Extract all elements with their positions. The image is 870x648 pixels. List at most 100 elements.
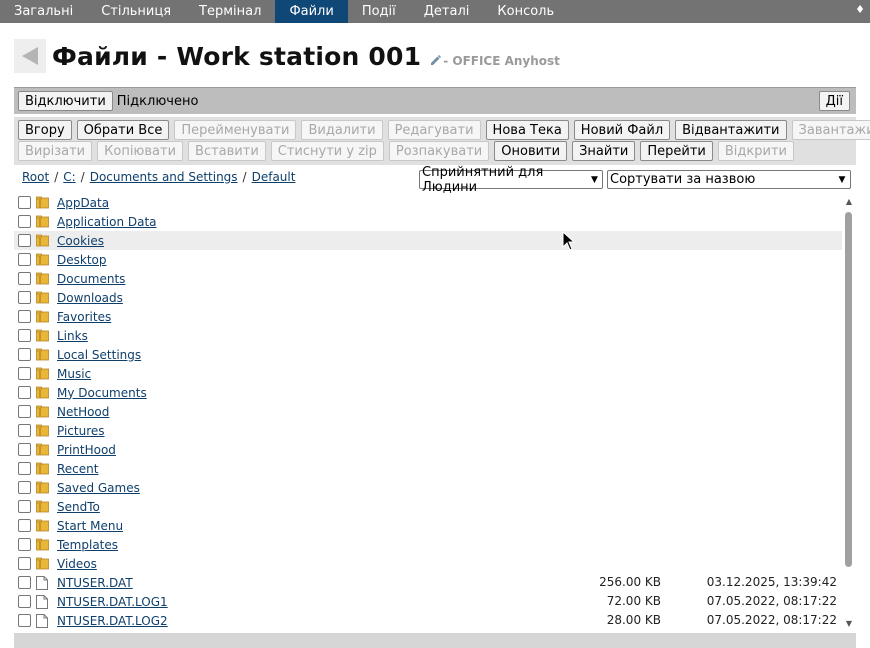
file-name-link[interactable]: Saved Games [57,481,140,495]
file-row[interactable]: Music [14,364,842,383]
tab-1[interactable]: Стільниця [87,0,185,23]
file-row[interactable]: Application Data [14,212,842,231]
file-row[interactable]: Documents [14,269,842,288]
row-checkbox[interactable] [18,234,31,247]
toolbar-button-row2-2[interactable]: Вставити [188,141,266,161]
disconnect-button[interactable]: Відключити [18,91,113,111]
pencil-edit-icon[interactable] [430,54,442,66]
file-name-link[interactable]: PrintHood [57,443,116,457]
toolbar-button-row2-8[interactable]: Відкрити [717,141,794,161]
file-name-link[interactable]: Cookies [57,234,104,248]
file-row[interactable]: NTUSER.DAT 256.00 KB 03.12.2025, 13:39:42 [14,573,842,592]
tab-3[interactable]: Файли [275,0,348,23]
file-row[interactable]: Cookies [14,231,842,250]
file-name-link[interactable]: NTUSER.DAT.LOG2 [57,614,168,628]
tab-5[interactable]: Деталі [410,0,484,23]
file-row[interactable]: Favorites [14,307,842,326]
toolbar-button-row2-5[interactable]: Оновити [494,141,568,161]
file-name-link[interactable]: Links [57,329,88,343]
row-checkbox[interactable] [18,272,31,285]
file-row[interactable]: Desktop [14,250,842,269]
row-checkbox[interactable] [18,576,31,589]
file-name-link[interactable]: Downloads [57,291,123,305]
row-checkbox[interactable] [18,595,31,608]
row-checkbox[interactable] [18,405,31,418]
file-row[interactable]: NTUSER.DAT.LOG1 72.00 KB 07.05.2022, 08:17… [14,592,842,611]
toolbar-button-row1-0[interactable]: Вгору [18,120,72,140]
breadcrumb-link[interactable]: Default [252,170,296,184]
toolbar-button-row2-0[interactable]: Вирізати [18,141,93,161]
file-name-link[interactable]: NetHood [57,405,109,419]
row-checkbox[interactable] [18,291,31,304]
toolbar-button-row1-4[interactable]: Редагувати [387,120,481,140]
row-checkbox[interactable] [18,557,31,570]
corner-diamond-icon[interactable]: ♦ [855,3,865,16]
file-list-scrollbar[interactable]: ▲ ▼ [843,195,855,631]
toolbar-button-row1-3[interactable]: Видалити [301,120,383,140]
toolbar-button-row1-7[interactable]: Відвантажити [675,120,787,140]
actions-button[interactable]: Дії [818,91,850,111]
row-checkbox[interactable] [18,500,31,513]
sort-select[interactable]: Сортувати за назвою ▼ [607,170,851,189]
row-checkbox[interactable] [18,348,31,361]
tab-2[interactable]: Термінал [185,0,275,23]
file-name-link[interactable]: Music [57,367,91,381]
file-row[interactable]: SendTo [14,497,842,516]
file-name-link[interactable]: Pictures [57,424,105,438]
file-name-link[interactable]: AppData [57,196,109,210]
scroll-down-arrow-icon[interactable]: ▼ [844,619,854,629]
toolbar-button-row1-1[interactable]: Обрати Все [76,120,170,140]
file-name-link[interactable]: Application Data [57,215,157,229]
breadcrumb-link[interactable]: C: [63,170,75,184]
row-checkbox[interactable] [18,215,31,228]
file-name-link[interactable]: NTUSER.DAT.LOG1 [57,595,168,609]
toolbar-button-row2-4[interactable]: Розпакувати [388,141,490,161]
row-checkbox[interactable] [18,367,31,380]
tab-6[interactable]: Консоль [483,0,568,23]
file-row[interactable]: Downloads [14,288,842,307]
row-checkbox[interactable] [18,614,31,627]
file-row[interactable]: PrintHood [14,440,842,459]
toolbar-button-row2-6[interactable]: Знайти [572,141,636,161]
row-checkbox[interactable] [18,424,31,437]
row-checkbox[interactable] [18,196,31,209]
file-row[interactable]: AppData [14,193,842,212]
file-name-link[interactable]: Start Menu [57,519,123,533]
file-name-link[interactable]: SendTo [57,500,100,514]
size-format-select[interactable]: Сприйнятний для Людини ▼ [419,165,603,195]
row-checkbox[interactable] [18,329,31,342]
toolbar-button-row1-5[interactable]: Нова Тека [485,120,569,140]
file-name-link[interactable]: Templates [57,538,118,552]
file-row[interactable]: Local Settings [14,345,842,364]
row-checkbox[interactable] [18,462,31,475]
file-row[interactable]: Start Menu [14,516,842,535]
row-checkbox[interactable] [18,253,31,266]
file-row[interactable]: NetHood [14,402,842,421]
toolbar-button-row2-7[interactable]: Перейти [640,141,713,161]
file-row[interactable]: Videos [14,554,842,573]
file-row[interactable]: Templates [14,535,842,554]
file-row[interactable]: Recent [14,459,842,478]
file-name-link[interactable]: NTUSER.DAT [57,576,133,590]
file-name-link[interactable]: My Documents [57,386,147,400]
file-row[interactable]: Saved Games [14,478,842,497]
tab-0[interactable]: Загальні [0,0,87,23]
file-name-link[interactable]: Videos [57,557,97,571]
scroll-up-arrow-icon[interactable]: ▲ [844,197,854,207]
file-name-link[interactable]: Recent [57,462,98,476]
row-checkbox[interactable] [18,538,31,551]
row-checkbox[interactable] [18,310,31,323]
file-name-link[interactable]: Local Settings [57,348,141,362]
tab-4[interactable]: Події [348,0,410,23]
file-row[interactable]: NTUSER.DAT.LOG2 28.00 KB 07.05.2022, 08:17… [14,611,842,630]
toolbar-button-row1-8[interactable]: Завантажити [791,120,870,140]
file-name-link[interactable]: Favorites [57,310,111,324]
toolbar-button-row1-2[interactable]: Перейменувати [174,120,297,140]
breadcrumb-link[interactable]: Documents and Settings [90,170,238,184]
file-row[interactable]: Links [14,326,842,345]
row-checkbox[interactable] [18,443,31,456]
toolbar-button-row2-1[interactable]: Копіювати [97,141,184,161]
file-name-link[interactable]: Documents [57,272,125,286]
file-name-link[interactable]: Desktop [57,253,107,267]
row-checkbox[interactable] [18,519,31,532]
